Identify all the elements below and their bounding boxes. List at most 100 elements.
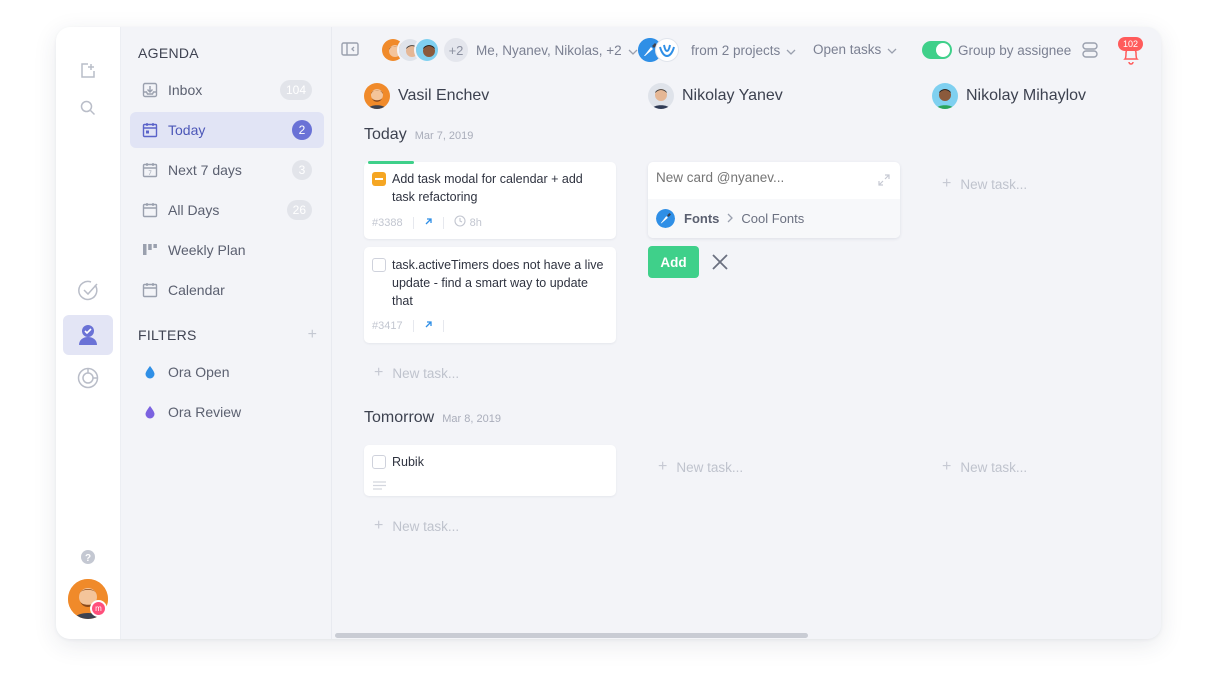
new-task-vasil-today[interactable]: + New task... (374, 364, 459, 382)
calendar-week-icon: 7 (142, 162, 158, 178)
help-icon[interactable]: ? (69, 538, 107, 576)
plus-icon: + (658, 458, 668, 475)
avatar (932, 83, 958, 109)
toggle-switch[interactable] (922, 41, 952, 59)
column-head-nikolay-yanev: Nikolay Yanev (648, 83, 783, 109)
project-picker[interactable]: Fonts Cool Fonts (648, 199, 900, 238)
task-card-3388[interactable]: Add task modal for calendar + add task r… (364, 161, 616, 239)
board-icon (142, 242, 158, 258)
card-id: #3388 (372, 216, 403, 229)
extra-assignees-count: +2 (444, 38, 468, 62)
card-title: Add task modal for calendar + add task r… (392, 172, 583, 204)
task-checkbox[interactable] (372, 455, 386, 469)
new-task-label: New task... (392, 365, 460, 381)
progress-strip (368, 161, 414, 164)
task-checkbox[interactable] (372, 258, 386, 272)
column-head-nikolay-mihaylov: Nikolay Mihaylov (932, 83, 1086, 109)
priority-icon (372, 172, 386, 186)
new-task-label: New task... (960, 176, 1028, 192)
group-date: Mar 7, 2019 (414, 130, 474, 142)
reports-icon[interactable] (69, 359, 107, 397)
new-task-vasil-tomorrow[interactable]: + New task... (374, 517, 459, 535)
task-card-rubik[interactable]: Rubik (364, 445, 616, 496)
add-card-button[interactable]: Add (648, 246, 699, 278)
sidebar-item-label: Next 7 days (168, 162, 242, 178)
search-icon[interactable] (69, 89, 107, 127)
project-name: Fonts (684, 211, 720, 226)
svg-text:?: ? (85, 553, 91, 564)
card-title: Rubik (392, 455, 424, 469)
sidebar-item-label: Today (168, 122, 206, 138)
assignee-avatar-3 (414, 37, 440, 63)
chevron-right-icon (727, 211, 734, 226)
sidebar-item-today[interactable]: Today 2 (130, 112, 324, 148)
new-task-yanev-tomorrow[interactable]: + New task... (658, 458, 743, 476)
assignee-names: Me, Nyanev, Nikolas, +2 (476, 42, 622, 58)
sidebar-item-weekly-plan[interactable]: Weekly Plan (130, 232, 324, 268)
group-date: Mar 8, 2019 (442, 413, 501, 425)
view-options-icon[interactable] (1081, 41, 1099, 59)
agenda-title: AGENDA (138, 45, 199, 61)
close-icon[interactable] (709, 251, 731, 273)
sidebar-filter-ora-review[interactable]: Ora Review (130, 394, 324, 430)
group-by-assignee-toggle[interactable]: Group by assignee (922, 41, 1071, 59)
sidebar-item-label: Inbox (168, 82, 203, 98)
group-title: Today (364, 126, 407, 143)
today-count: 2 (292, 120, 312, 140)
sidebar-filter-ora-open[interactable]: Ora Open (130, 354, 324, 390)
open-link-icon[interactable] (424, 217, 433, 229)
notification-count: 102 (1118, 37, 1144, 51)
group-title: Tomorrow (364, 409, 435, 426)
description-icon (373, 478, 386, 496)
group-by-label: Group by assignee (958, 42, 1072, 58)
sidebar-item-label: Ora Open (168, 364, 230, 380)
new-task-label: New task... (960, 459, 1028, 475)
open-link-icon[interactable] (424, 320, 433, 332)
new-task-icon[interactable] (69, 52, 107, 90)
sidebar-item-all-days[interactable]: All Days 26 (130, 192, 324, 228)
plus-icon: + (942, 175, 952, 192)
tasks-check-icon[interactable] (69, 272, 107, 310)
avatar (364, 83, 390, 109)
wave-project-icon (655, 38, 679, 62)
horizontal-scrollbar[interactable] (335, 633, 808, 638)
all-days-count: 26 (286, 200, 312, 220)
calendar-icon (142, 202, 158, 218)
column-head-vasil: Vasil Enchev (364, 83, 489, 109)
chevron-down-icon (628, 43, 638, 58)
add-filter-button[interactable]: + (308, 326, 317, 344)
main-board: +2 Me, Nyanev, Nikolas, +2 from 2 projec… (333, 27, 1161, 639)
new-card-composer: Fonts Cool Fonts (648, 162, 900, 238)
new-card-input[interactable] (656, 170, 866, 185)
brush-project-icon (656, 209, 675, 228)
project-selector[interactable]: from 2 projects (638, 38, 796, 62)
task-card-3417[interactable]: task.activeTimers does not have a live u… (364, 247, 616, 343)
new-task-label: New task... (676, 459, 744, 475)
card-meta: #3417 (372, 320, 454, 332)
new-task-label: New task... (392, 518, 460, 534)
my-tasks-icon[interactable] (63, 315, 113, 355)
new-task-mihaylov-tomorrow[interactable]: + New task... (942, 458, 1027, 476)
card-title: task.activeTimers does not have a live u… (392, 258, 604, 308)
sidebar-item-calendar[interactable]: Calendar (130, 272, 324, 308)
sidebar: AGENDA Inbox 104 Today 2 7 Next 7 days 3 (122, 27, 332, 639)
open-tasks-dropdown[interactable]: Open tasks (813, 42, 897, 57)
card-meta: #3388 8h (372, 215, 482, 230)
sidebar-item-next-7-days[interactable]: 7 Next 7 days 3 (130, 152, 324, 188)
collapse-sidebar-icon[interactable] (341, 41, 359, 57)
inbox-icon (142, 82, 158, 98)
drop-icon (142, 364, 158, 380)
next-7-days-count: 3 (292, 160, 312, 180)
card-estimate: 8h (469, 216, 482, 229)
column-name: Nikolay Mihaylov (966, 87, 1087, 104)
sidebar-item-label: Calendar (168, 282, 225, 298)
group-today: Today Mar 7, 2019 (364, 126, 473, 144)
expand-icon[interactable] (878, 173, 890, 191)
sidebar-item-inbox[interactable]: Inbox 104 (130, 72, 324, 108)
open-tasks-label: Open tasks (813, 42, 882, 57)
plus-icon: + (942, 458, 952, 475)
sidebar-item-label: Ora Review (168, 404, 242, 420)
assignee-selector[interactable]: +2 Me, Nyanev, Nikolas, +2 (380, 37, 638, 63)
new-task-mihaylov-today[interactable]: + New task... (942, 175, 1027, 193)
chevron-down-icon (786, 43, 796, 58)
